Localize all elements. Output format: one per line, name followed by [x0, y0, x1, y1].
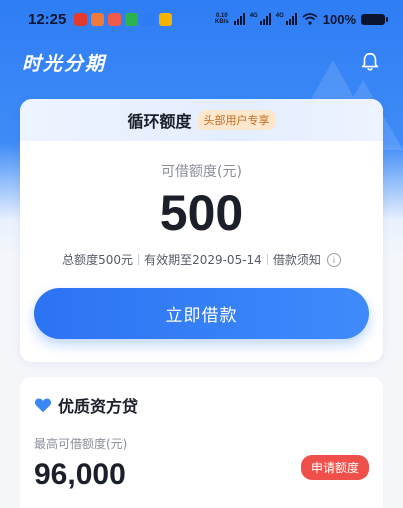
signal-4g-icon-2: 4G: [276, 13, 297, 25]
credit-card-header: 循环额度 头部用户专享: [20, 99, 383, 141]
borrow-notice-link[interactable]: 借款须知: [273, 251, 321, 268]
wifi-icon: [302, 13, 318, 25]
network-speed: 0.10 KB/s: [215, 13, 229, 25]
bell-icon[interactable]: [359, 51, 381, 73]
max-limit-row: 96,000 申请额度: [34, 454, 369, 492]
credit-meta: 总额度500元 有效期至2029-05-14 借款须知 i: [20, 251, 383, 268]
signal-icon: [233, 13, 245, 25]
borrow-now-button[interactable]: 立即借款: [34, 288, 369, 339]
status-indicators: 0.10 KB/s 4G 4G 100%: [215, 11, 388, 27]
divider: [266, 254, 268, 265]
battery-icon: [361, 13, 388, 25]
status-time: 12:25: [28, 10, 67, 28]
notification-icons: [74, 12, 173, 26]
credit-card-title: 循环额度: [127, 112, 192, 131]
max-limit-label: 最高可借额度(元): [34, 437, 128, 451]
app-notification-icon: [91, 12, 105, 26]
network-type-2: 4G: [275, 13, 284, 19]
total-limit: 总额度500元: [62, 253, 134, 267]
network-type: 4G: [249, 13, 258, 19]
app-notification-icon: [74, 12, 88, 26]
app-notification-icon: [108, 12, 122, 26]
app-notification-icon: [159, 12, 173, 26]
battery-percent: 100%: [322, 11, 356, 27]
wechat-icon: [125, 12, 139, 26]
signal-4g-icon: 4G: [250, 13, 271, 25]
valid-until: 有效期至2029-05-14: [144, 253, 262, 267]
app-header: 时光分期: [0, 44, 403, 80]
quality-loan-card[interactable]: 优质资方贷 最高可借额度(元) 96,000 申请额度: [20, 377, 383, 508]
divider: [138, 254, 140, 265]
available-label: 可借额度(元): [161, 164, 242, 180]
available-amount: 500: [159, 185, 244, 241]
app-notification-icon: [142, 12, 156, 26]
apply-limit-button[interactable]: 申请额度: [300, 454, 369, 480]
credit-limit-card: 循环额度 头部用户专享 可借额度(元) 500 总额度500元 有效期至2029…: [20, 99, 383, 362]
status-bar: 12:25 0.10 KB/s 4G 4G 100%: [0, 0, 403, 38]
max-limit-amount: 96,000: [34, 458, 126, 491]
app-title: 时光分期: [22, 52, 107, 75]
quality-loan-title: 优质资方贷: [58, 397, 139, 416]
heart-icon: [34, 398, 52, 413]
network-speed-unit: KB/s: [215, 19, 229, 25]
quality-loan-header: 优质资方贷: [34, 393, 369, 417]
info-icon[interactable]: i: [326, 252, 341, 267]
vip-tag: 头部用户专享: [197, 110, 276, 130]
